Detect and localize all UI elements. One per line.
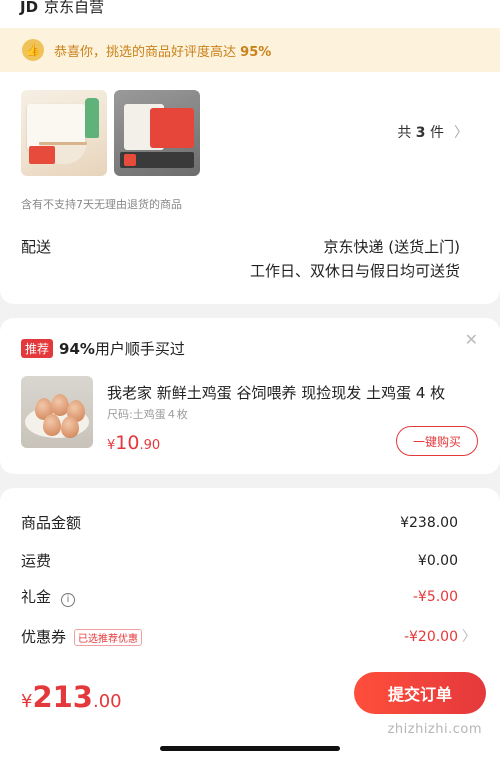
- order-card: JD 京东自营 👍 恭喜你，挑选的商品好评度高达 95% 共 3 件 〉 含有不…: [0, 0, 500, 304]
- product-thumbnail-1[interactable]: [21, 90, 107, 176]
- egg-product-image[interactable]: [21, 376, 93, 448]
- summary-label: 商品金额: [21, 514, 82, 532]
- coupon-tag: 已选推荐优惠: [74, 629, 143, 646]
- submit-order-button[interactable]: 提交订单: [354, 672, 486, 714]
- watermark: zhizhizhi.com: [387, 722, 482, 737]
- recommend-percent: 94%: [59, 340, 95, 358]
- return-policy-note: 含有不支持7天无理由退货的商品: [21, 198, 182, 211]
- price-summary-card: 商品金额 ¥238.00 运费 ¥0.00 礼金 i -¥5.00 优惠券 已选推荐…: [0, 488, 500, 762]
- home-indicator[interactable]: [160, 746, 340, 751]
- summary-value: -¥5.00: [412, 588, 458, 605]
- delivery-method[interactable]: 京东快递 (送货上门): [324, 236, 460, 257]
- recommendation-header: 推荐 94%用户顺手买过: [21, 338, 185, 359]
- info-icon[interactable]: i: [61, 592, 76, 607]
- summary-value: -¥20.00: [403, 628, 458, 645]
- chevron-right-icon[interactable]: 〉: [462, 626, 476, 646]
- total-price: ¥213.00: [21, 680, 122, 714]
- delivery-time[interactable]: 工作日、双休日与假日均可送货: [250, 260, 460, 281]
- summary-row-goods: 商品金额 ¥238.00: [21, 512, 458, 533]
- praise-text: 恭喜你，挑选的商品好评度高达: [54, 44, 237, 60]
- delivery-label: 配送: [21, 238, 52, 256]
- recommendation-card: 推荐 94%用户顺手买过 ✕ 我老家 新鲜土鸡蛋 谷饲喂养 现捡现发 土鸡蛋 4…: [0, 318, 500, 474]
- shop-header[interactable]: JD 京东自营: [20, 0, 104, 17]
- summary-label: 优惠券: [21, 628, 67, 646]
- recommend-product-title[interactable]: 我老家 新鲜土鸡蛋 谷饲喂养 现捡现发 土鸡蛋 4 枚: [107, 382, 445, 403]
- item-count: 3: [415, 125, 426, 141]
- summary-label: 运费: [21, 552, 52, 570]
- summary-value: ¥238.00: [400, 514, 458, 531]
- recommend-product-spec: 尺码:土鸡蛋４枚: [107, 408, 188, 421]
- summary-value: ¥0.00: [417, 552, 458, 569]
- recommend-headline: 用户顺手买过: [94, 340, 185, 358]
- summary-label: 礼金: [21, 588, 52, 606]
- jd-logo: JD: [20, 0, 39, 16]
- recommend-price: ¥10.90: [107, 432, 161, 454]
- recommend-badge: 推荐: [21, 339, 54, 358]
- one-click-buy-button[interactable]: 一键购买: [396, 426, 478, 456]
- thumbs-up-icon: 👍: [22, 39, 44, 61]
- item-count-link[interactable]: 共 3 件 〉: [397, 122, 468, 142]
- praise-banner: 👍 恭喜你，挑选的商品好评度高达 95%: [0, 28, 500, 72]
- summary-row-shipping: 运费 ¥0.00: [21, 550, 458, 571]
- praise-percent: 95%: [240, 44, 272, 60]
- summary-row-gift: 礼金 i -¥5.00: [21, 586, 458, 607]
- summary-row-coupon[interactable]: 优惠券 已选推荐优惠 -¥20.00: [21, 626, 458, 647]
- product-thumbnail-2[interactable]: [114, 90, 200, 176]
- close-icon[interactable]: ✕: [465, 330, 478, 349]
- shop-name: 京东自营: [44, 0, 105, 16]
- chevron-right-icon: 〉: [454, 125, 468, 141]
